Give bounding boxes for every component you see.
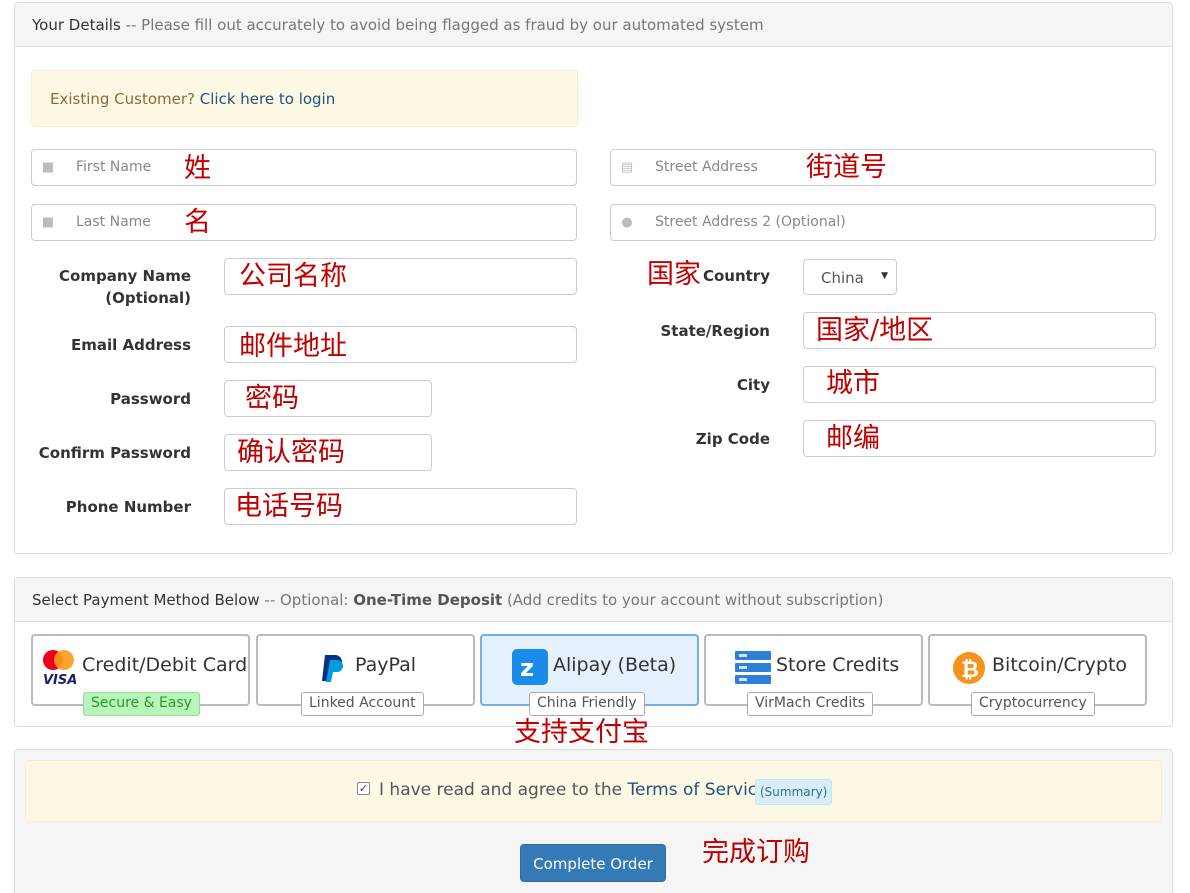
confirm-password-input[interactable]: 确认密码 (224, 434, 432, 471)
payment-panel-heading: Select Payment Method Below -- Optional:… (15, 578, 1172, 622)
svg-text:VISA: VISA (43, 673, 77, 687)
payment-alipay[interactable]: z Alipay (Beta) China Friendly (480, 634, 699, 716)
email-input[interactable]: 邮件地址 (224, 326, 577, 363)
confirm-password-annotation: 确认密码 (237, 437, 345, 468)
bitcoin-icon: ₿ (953, 652, 985, 684)
country-label: Country (702, 267, 770, 285)
company-label: Company Name (Optional) (59, 267, 191, 307)
svg-text:₿: ₿ (961, 658, 979, 683)
phone-annotation: 电话号码 (235, 491, 343, 522)
payment-paypal[interactable]: PayPal Linked Account (256, 634, 475, 716)
street-address-2-input[interactable]: ● Street Address 2 (Optional) (610, 204, 1156, 241)
alipay-icon: z (512, 649, 548, 685)
payment-store-credits[interactable]: Store Credits VirMach Credits (704, 634, 923, 716)
caret-down-icon: ▼ (881, 271, 888, 281)
building-icon: ▤ (620, 160, 634, 175)
country-select[interactable]: China ▼ (803, 259, 897, 295)
complete-order-annotation: 完成订购 (702, 837, 810, 868)
state-label: State/Region (660, 322, 770, 340)
mastercard-visa-icon: VISA (41, 650, 77, 687)
company-input[interactable]: 公司名称 (224, 258, 577, 295)
password-label: Password (110, 390, 191, 408)
company-annotation: 公司名称 (239, 261, 347, 292)
zip-label: Zip Code (695, 430, 770, 448)
phone-label: Phone Number (65, 498, 191, 516)
password-annotation: 密码 (245, 383, 299, 414)
city-label: City (736, 376, 770, 394)
street-address-annotation: 街道号 (806, 152, 887, 183)
paypal-icon (322, 655, 343, 682)
confirm-password-label: Confirm Password (38, 444, 191, 462)
state-input[interactable]: 国家/地区 (803, 312, 1156, 349)
zip-input[interactable]: 邮编 (803, 420, 1156, 457)
login-link[interactable]: Click here to login (200, 90, 335, 108)
terms-of-service-link[interactable]: Terms of Service (628, 780, 768, 800)
last-name-annotation: 名 (184, 207, 211, 238)
last-name-input[interactable]: ■ Last Name 名 (31, 204, 577, 241)
server-stack-icon (735, 651, 771, 684)
map-marker-icon: ● (621, 215, 633, 230)
user-icon: ■ (41, 215, 55, 230)
zip-annotation: 邮编 (826, 423, 880, 454)
street-address-input[interactable]: ▤ Street Address 街道号 (610, 149, 1156, 186)
phone-input[interactable]: 电话号码 (224, 488, 577, 525)
password-input[interactable]: 密码 (224, 380, 432, 417)
svg-text:z: z (520, 654, 534, 682)
payment-bitcoin[interactable]: ₿ Bitcoin/Crypto Cryptocurrency (928, 634, 1147, 716)
first-name-annotation: 姓 (184, 153, 211, 184)
state-annotation: 国家/地区 (816, 315, 934, 346)
payment-credit-card[interactable]: VISA Credit/Debit Card Secure & Easy (31, 634, 250, 716)
tos-summary-link[interactable]: (Summary) (755, 779, 833, 805)
city-annotation: 城市 (826, 368, 880, 399)
tos-text: I have read and agree to the Terms of Se… (379, 780, 768, 800)
tos-checkbox[interactable]: ✓ (357, 782, 370, 795)
tos-alert: ✓ I have read and agree to the Terms of … (25, 760, 1162, 822)
user-icon: ■ (41, 160, 55, 175)
details-panel-heading: Your Details -- Please fill out accurate… (15, 3, 1172, 47)
existing-customer-alert: Existing Customer? Click here to login (31, 70, 578, 127)
city-input[interactable]: 城市 (803, 366, 1156, 403)
email-label: Email Address (70, 336, 191, 354)
first-name-input[interactable]: ■ First Name 姓 (31, 149, 577, 186)
complete-order-button[interactable]: Complete Order (520, 844, 666, 882)
alipay-annotation: 支持支付宝 (514, 717, 649, 748)
email-annotation: 邮件地址 (239, 331, 347, 362)
